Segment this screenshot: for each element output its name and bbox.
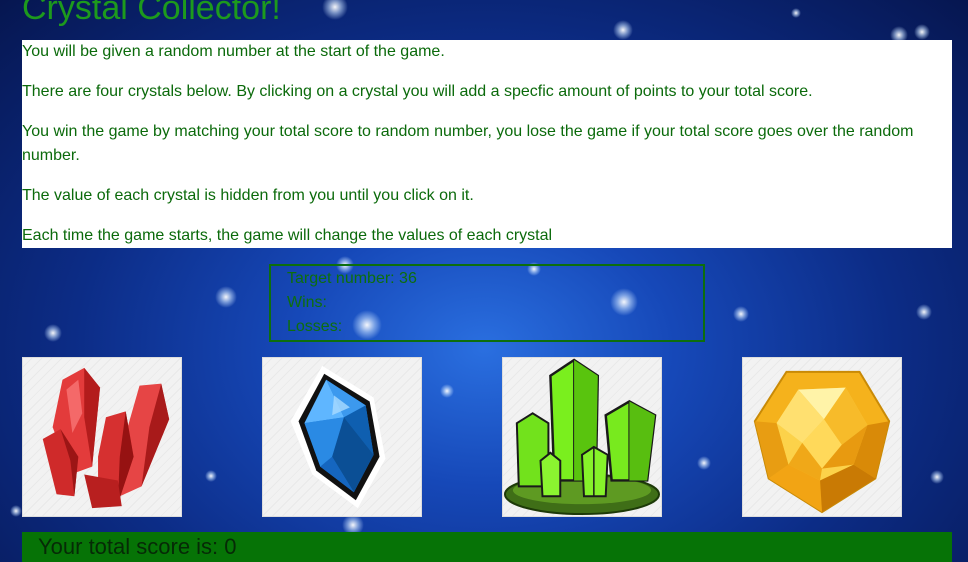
background-sparkle: [733, 306, 749, 322]
instruction-text: You will be given a random number at the…: [22, 43, 445, 60]
losses-count: Losses:: [287, 318, 343, 335]
background-sparkle: [440, 384, 454, 398]
background-sparkle: [697, 456, 711, 470]
background-sparkle: [613, 20, 633, 40]
stats-box: Target number: 36 Wins: Losses:: [269, 264, 705, 342]
background-sparkle: [322, 0, 348, 20]
red-crystal-button[interactable]: [22, 357, 182, 517]
red-crystal-icon: [42, 367, 170, 509]
green-crystal-icon: [503, 358, 661, 516]
green-crystal-button[interactable]: [502, 357, 662, 517]
background-sparkle: [791, 8, 801, 18]
blue-crystal-icon: [290, 365, 386, 509]
total-score-text: Your total score is: 0: [38, 534, 237, 559]
total-score-bar: Your total score is: 0: [22, 532, 952, 562]
instruction-text: There are four crystals below. By clicki…: [22, 83, 813, 100]
instruction-text: Each time the game starts, the game will…: [22, 227, 553, 244]
background-sparkle: [10, 505, 22, 517]
instruction-text: You win the game by matching your total …: [22, 123, 914, 164]
wins-count: Wins:: [287, 294, 327, 311]
background-sparkle: [215, 286, 237, 308]
background-sparkle: [205, 470, 217, 482]
page-title: Crystal Collector!: [22, 0, 281, 27]
background-sparkle: [930, 470, 944, 484]
yellow-crystal-icon: [753, 370, 891, 514]
instruction-text: The value of each crystal is hidden from…: [22, 187, 474, 204]
instructions-panel: You will be given a random number at the…: [22, 40, 952, 248]
background-sparkle: [916, 304, 932, 320]
yellow-crystal-button[interactable]: [742, 357, 902, 517]
background-sparkle: [914, 24, 930, 40]
background-sparkle: [44, 324, 62, 342]
blue-crystal-button[interactable]: [262, 357, 422, 517]
target-number: Target number: 36: [287, 270, 417, 287]
